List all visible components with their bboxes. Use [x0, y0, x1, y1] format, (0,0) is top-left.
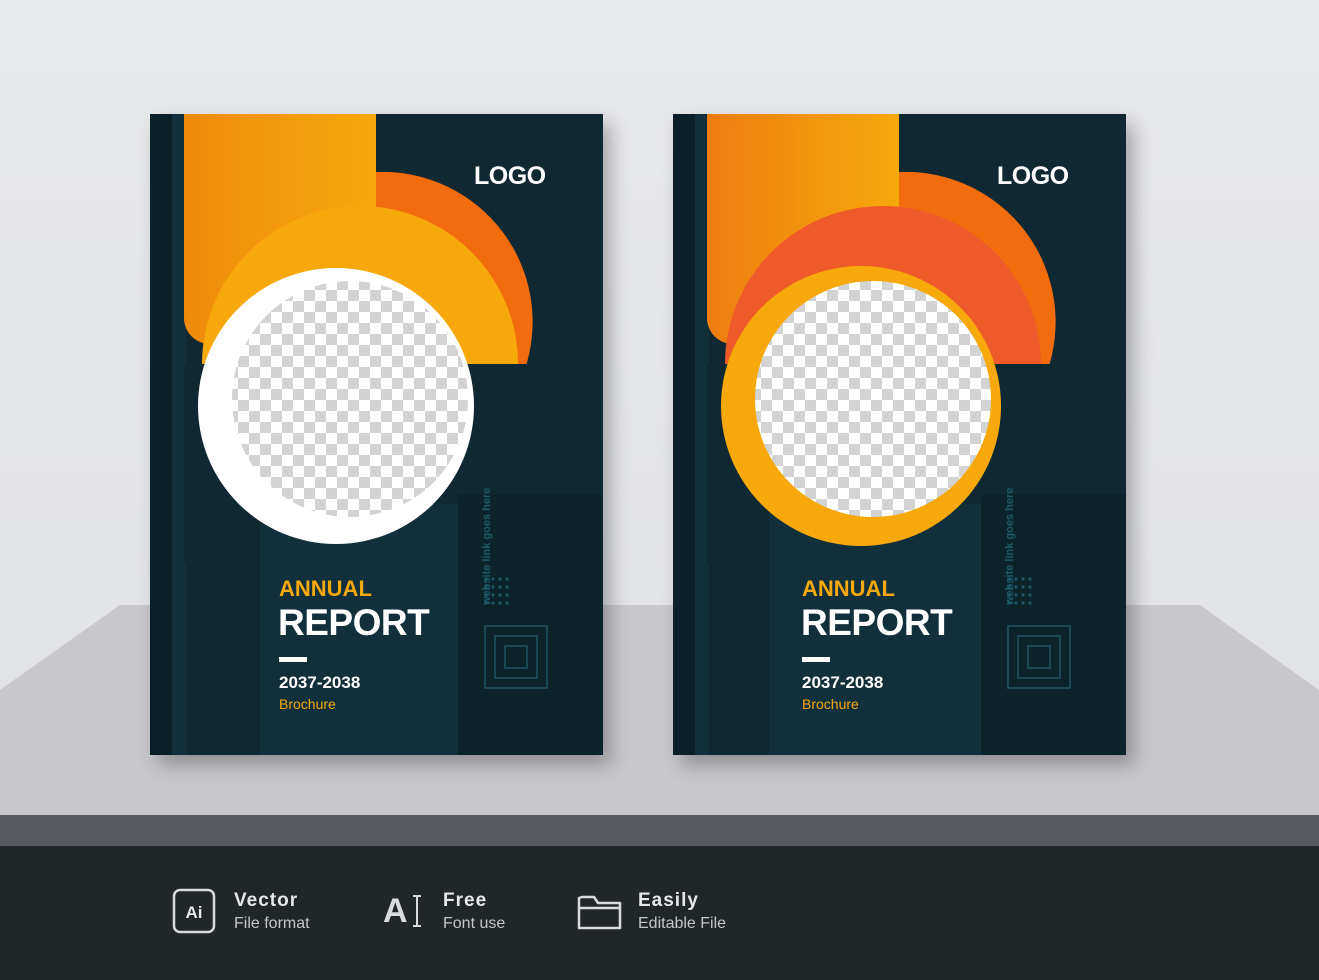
cover-artwork — [673, 114, 1126, 755]
logo-text: LOGO — [997, 162, 1069, 190]
report-years: 2037-2038 — [802, 673, 884, 692]
report-years: 2037-2038 — [279, 673, 361, 692]
title-annual: ANNUAL — [802, 576, 895, 601]
report-subtitle: Brochure — [279, 696, 336, 712]
feature-subtitle: Editable File — [638, 915, 727, 932]
feature-font: A Free Font use — [383, 888, 533, 938]
cover-artwork — [150, 114, 603, 755]
feature-title: Vector — [234, 890, 299, 911]
title-report: REPORT — [278, 602, 430, 643]
title-annual: ANNUAL — [279, 576, 372, 601]
report-subtitle: Brochure — [802, 696, 859, 712]
ai-file-icon: Ai — [172, 888, 216, 934]
font-icon: A — [383, 892, 421, 930]
brochure-cover-2: LOGO ANNUAL REPORT 2037-2038 Brochure we… — [673, 114, 1126, 755]
feature-subtitle: Font use — [443, 915, 506, 932]
svg-text:Ai: Ai — [186, 903, 203, 922]
title-dash — [279, 657, 307, 662]
feature-title: Free — [443, 890, 488, 911]
brochure-cover-1: LOGO ANNUAL REPORT 2037-2038 Brochure we… — [150, 114, 603, 755]
logo-text: LOGO — [474, 162, 546, 190]
feature-editable: Easily Editable File — [576, 888, 746, 938]
title-dash — [802, 657, 830, 662]
feature-subtitle: File format — [234, 915, 310, 932]
folder-icon — [577, 895, 622, 930]
svg-text:A: A — [383, 892, 408, 930]
website-link: website link goes here — [1004, 487, 1016, 605]
website-link: website link goes here — [481, 487, 493, 605]
title-report: REPORT — [801, 602, 953, 643]
feature-vector: Ai Vector File format — [172, 888, 332, 938]
feature-title: Easily — [638, 890, 699, 911]
